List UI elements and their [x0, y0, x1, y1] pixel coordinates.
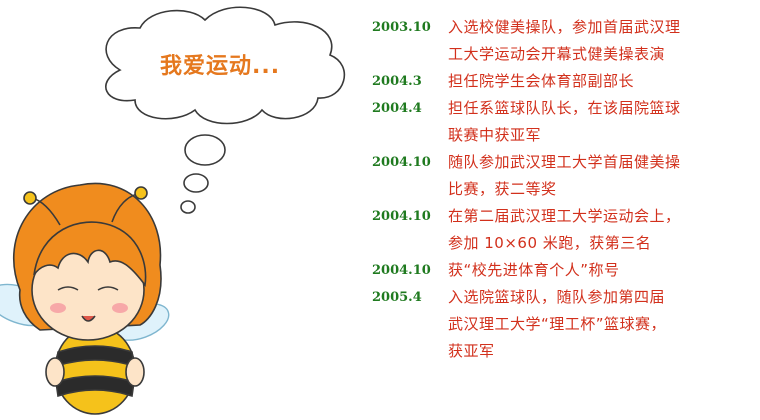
- description-line: 入选院篮球队，随队参加第四届: [448, 288, 666, 306]
- thought-bubble-text: 我爱运动...: [160, 54, 281, 79]
- timeline-entry: 2005.4 入选院篮球队，随队参加第四届 武汉理工大学“理工杯”篮球赛， 获亚…: [372, 284, 756, 365]
- description-line: 武汉理工大学“理工杯”篮球赛，: [448, 315, 667, 333]
- timeline-entry: 2004.4 担任系篮球队队长，在该届院篮球 联赛中获亚军: [372, 95, 756, 149]
- timeline-entry: 2004.10 在第二届武汉理工大学运动会上， 参加 10×60 米跑，获第三名: [372, 203, 756, 257]
- timeline-entry: 2004.10 随队参加武汉理工大学首届健美操 比赛，获二等奖: [372, 149, 756, 203]
- entry-date: 2004.10: [372, 209, 431, 224]
- entry-date: 2003.10: [372, 20, 431, 35]
- entry-description: 随队参加武汉理工大学首届健美操 比赛，获二等奖: [448, 149, 756, 203]
- entry-description: 入选院篮球队，随队参加第四届 武汉理工大学“理工杯”篮球赛， 获亚军: [448, 284, 756, 365]
- description-line: 获“校先进体育个人”称号: [448, 261, 620, 279]
- description-line: 工大学运动会开幕式健美操表演: [448, 45, 666, 63]
- entry-date: 2004.10: [372, 155, 431, 170]
- entry-date: 2004.3: [372, 74, 422, 89]
- description-line: 随队参加武汉理工大学首届健美操: [448, 153, 681, 171]
- sports-timeline: 2003.10 入选校健美操队，参加首届武汉理 工大学运动会开幕式健美操表演 2…: [372, 14, 756, 365]
- description-line: 联赛中获亚军: [448, 126, 542, 144]
- face: [31, 221, 147, 341]
- entry-description: 担任院学生会体育部副部长: [448, 68, 756, 95]
- description-line: 担任系篮球队队长，在该届院篮球: [448, 99, 681, 117]
- timeline-entry: 2003.10 入选校健美操队，参加首届武汉理 工大学运动会开幕式健美操表演: [372, 14, 756, 68]
- description-line: 入选校健美操队，参加首届武汉理: [448, 18, 681, 36]
- thought-bubble: [105, 6, 346, 214]
- entry-date: 2004.10: [372, 263, 431, 278]
- description-line: 在第二届武汉理工大学运动会上，: [448, 207, 681, 225]
- description-line: 担任院学生会体育部副部长: [448, 72, 635, 90]
- description-line: 获亚军: [448, 342, 495, 360]
- entry-date: 2004.4: [372, 101, 422, 116]
- description-line: 比赛，获二等奖: [448, 180, 557, 198]
- timeline-entry: 2004.3 担任院学生会体育部副部长: [372, 68, 756, 95]
- entry-description: 获“校先进体育个人”称号: [448, 257, 756, 284]
- entry-description: 在第二届武汉理工大学运动会上， 参加 10×60 米跑，获第三名: [448, 203, 756, 257]
- description-line: 参加 10×60 米跑，获第三名: [448, 234, 652, 252]
- entry-description: 入选校健美操队，参加首届武汉理 工大学运动会开幕式健美操表演: [448, 14, 756, 68]
- entry-date: 2005.4: [372, 290, 422, 305]
- timeline-entry: 2004.10 获“校先进体育个人”称号: [372, 257, 756, 284]
- entry-description: 担任系篮球队队长，在该届院篮球 联赛中获亚军: [448, 95, 756, 149]
